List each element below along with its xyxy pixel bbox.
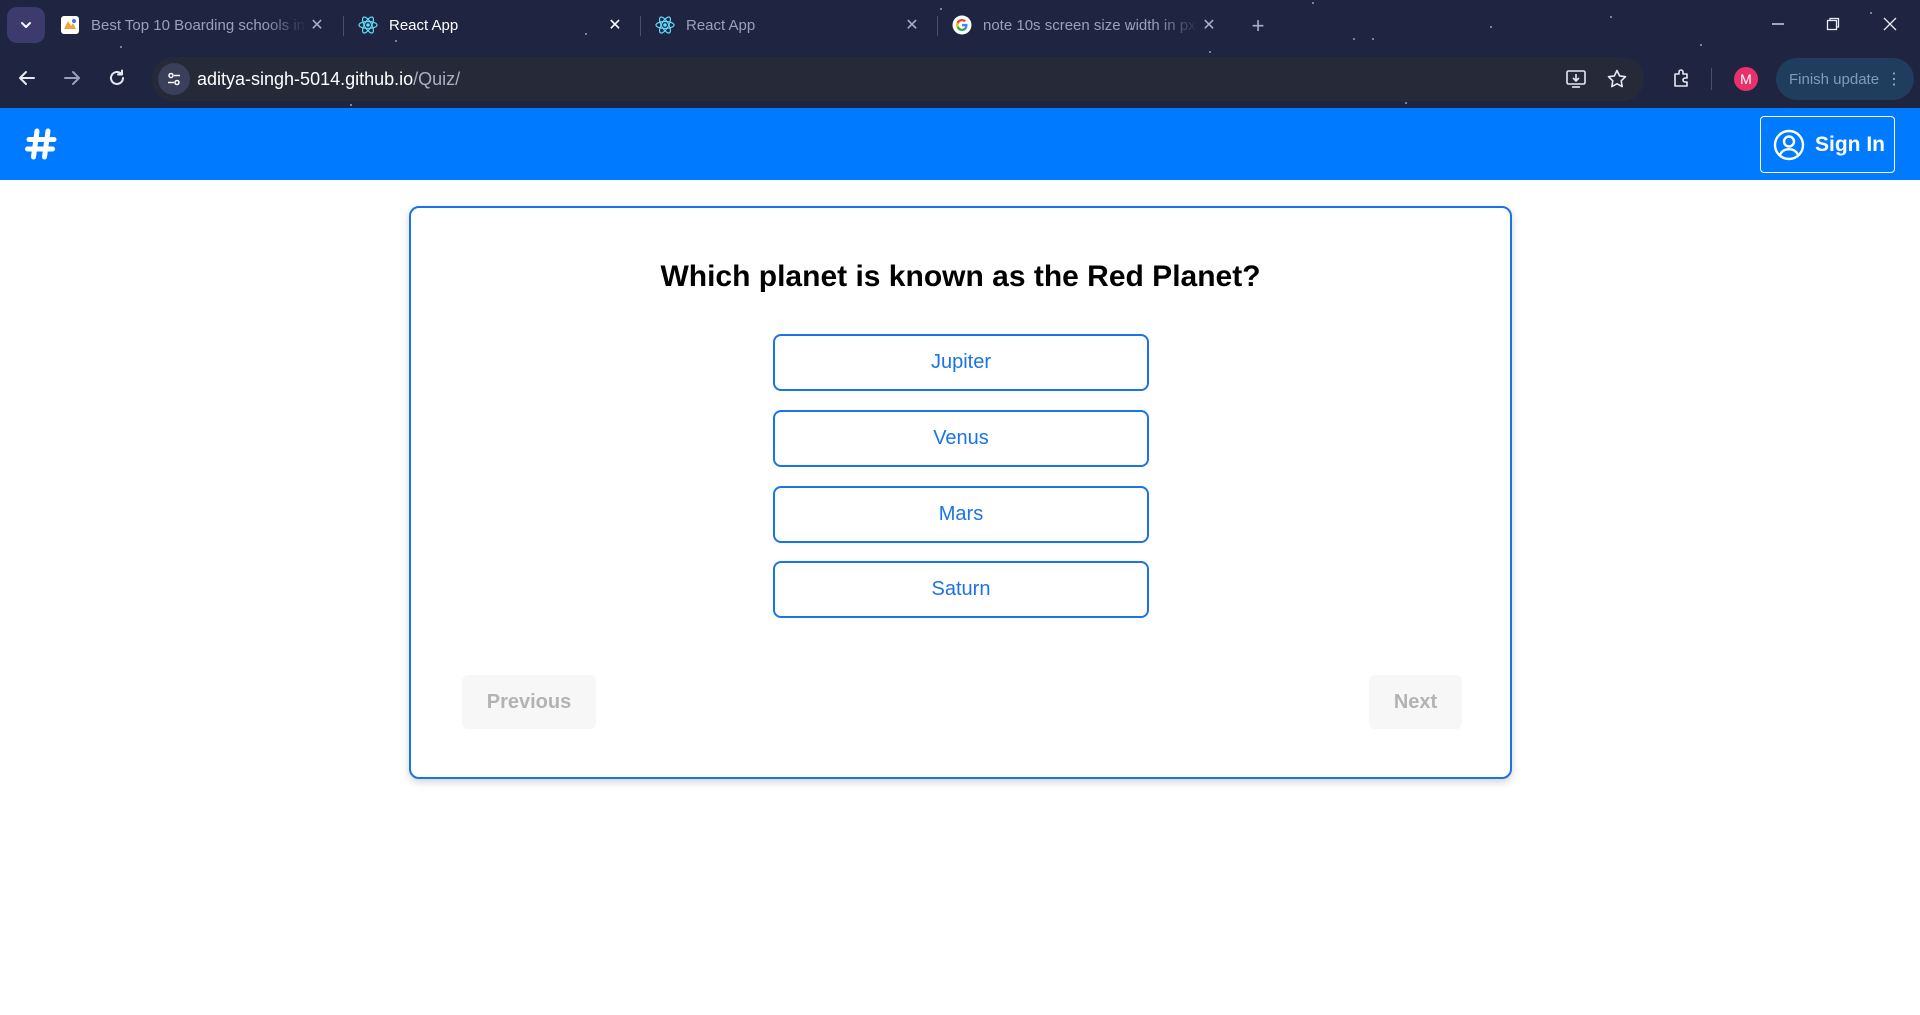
close-tab-icon[interactable]: ✕ [307,15,327,35]
arrow-right-icon [64,71,80,85]
tune-icon [168,72,180,86]
finish-update-button[interactable]: Finish update ⋮ [1776,58,1914,100]
close-tab-icon[interactable]: ✕ [1199,15,1219,35]
tab-title: Best Top 10 Boarding schools in [91,16,306,34]
tab-search-button[interactable] [7,7,45,43]
answer-option-jupiter[interactable]: Jupiter [773,334,1149,391]
reload-icon [110,69,124,85]
next-button[interactable]: Next [1369,675,1462,729]
browser-chrome: Best Top 10 Boarding schools in ✕ React … [0,0,1920,108]
sign-in-button[interactable]: Sign In [1760,116,1895,173]
url-host: aditya-singh-5014.github.io [197,69,414,89]
react-icon [358,15,378,35]
tab-react-app[interactable]: React App ✕ [641,6,936,44]
close-icon [1883,17,1897,31]
previous-button[interactable]: Previous [462,675,596,729]
tab-boarding-schools[interactable]: Best Top 10 Boarding schools in ✕ [46,6,341,44]
answer-option-mars[interactable]: Mars [773,486,1149,543]
install-app-icon[interactable] [1563,66,1589,92]
react-icon [655,15,675,35]
back-button[interactable] [10,61,44,95]
toolbar-divider [1711,68,1712,90]
sign-in-label: Sign In [1815,132,1885,156]
school-logo-icon [60,15,80,35]
answer-option-venus[interactable]: Venus [773,410,1149,467]
new-tab-button[interactable]: + [1245,13,1271,39]
minimize-button[interactable] [1758,8,1798,40]
site-info-button[interactable] [158,63,190,95]
reload-button[interactable] [100,61,134,95]
answer-option-saturn[interactable]: Saturn [773,561,1149,618]
hashtag-icon[interactable] [24,127,58,161]
extensions-icon[interactable] [1665,61,1699,95]
tab-title: note 10s screen size width in px [983,16,1196,34]
profile-avatar[interactable]: M [1734,67,1758,91]
tab-title: React App [389,16,459,34]
tab-react-app-active[interactable]: React App ✕ [344,6,639,44]
browser-toolbar: aditya-singh-5014.github.io/Quiz/ M Fini… [0,56,1920,106]
forward-button[interactable] [55,61,89,95]
quiz-card: Which planet is known as the Red Planet?… [409,206,1512,779]
close-window-button[interactable] [1870,8,1910,40]
question-text: Which planet is known as the Red Planet? [660,260,1261,293]
google-icon [952,15,972,35]
tab-strip: Best Top 10 Boarding schools in ✕ React … [0,0,1920,50]
update-label: Finish update [1789,70,1880,88]
close-tab-icon[interactable]: ✕ [605,15,625,35]
close-tab-icon[interactable]: ✕ [902,15,922,35]
app-header: Sign In [0,108,1920,180]
restore-button[interactable] [1813,8,1853,40]
restore-icon [1826,17,1840,31]
address-bar[interactable]: aditya-singh-5014.github.io/Quiz/ [152,57,1644,101]
user-circle-icon [1773,129,1805,160]
chevron-down-icon [21,22,31,28]
url-path: /Quiz/ [413,69,461,89]
tab-title: React App [686,16,756,34]
more-menu-icon[interactable]: ⋮ [1886,69,1902,89]
arrow-left-icon [19,71,35,85]
minimize-icon [1772,23,1784,25]
bookmark-star-icon[interactable] [1604,66,1630,92]
tab-google-search[interactable]: note 10s screen size width in px ✕ [938,6,1233,44]
url-text[interactable]: aditya-singh-5014.github.io/Quiz/ [197,69,460,90]
